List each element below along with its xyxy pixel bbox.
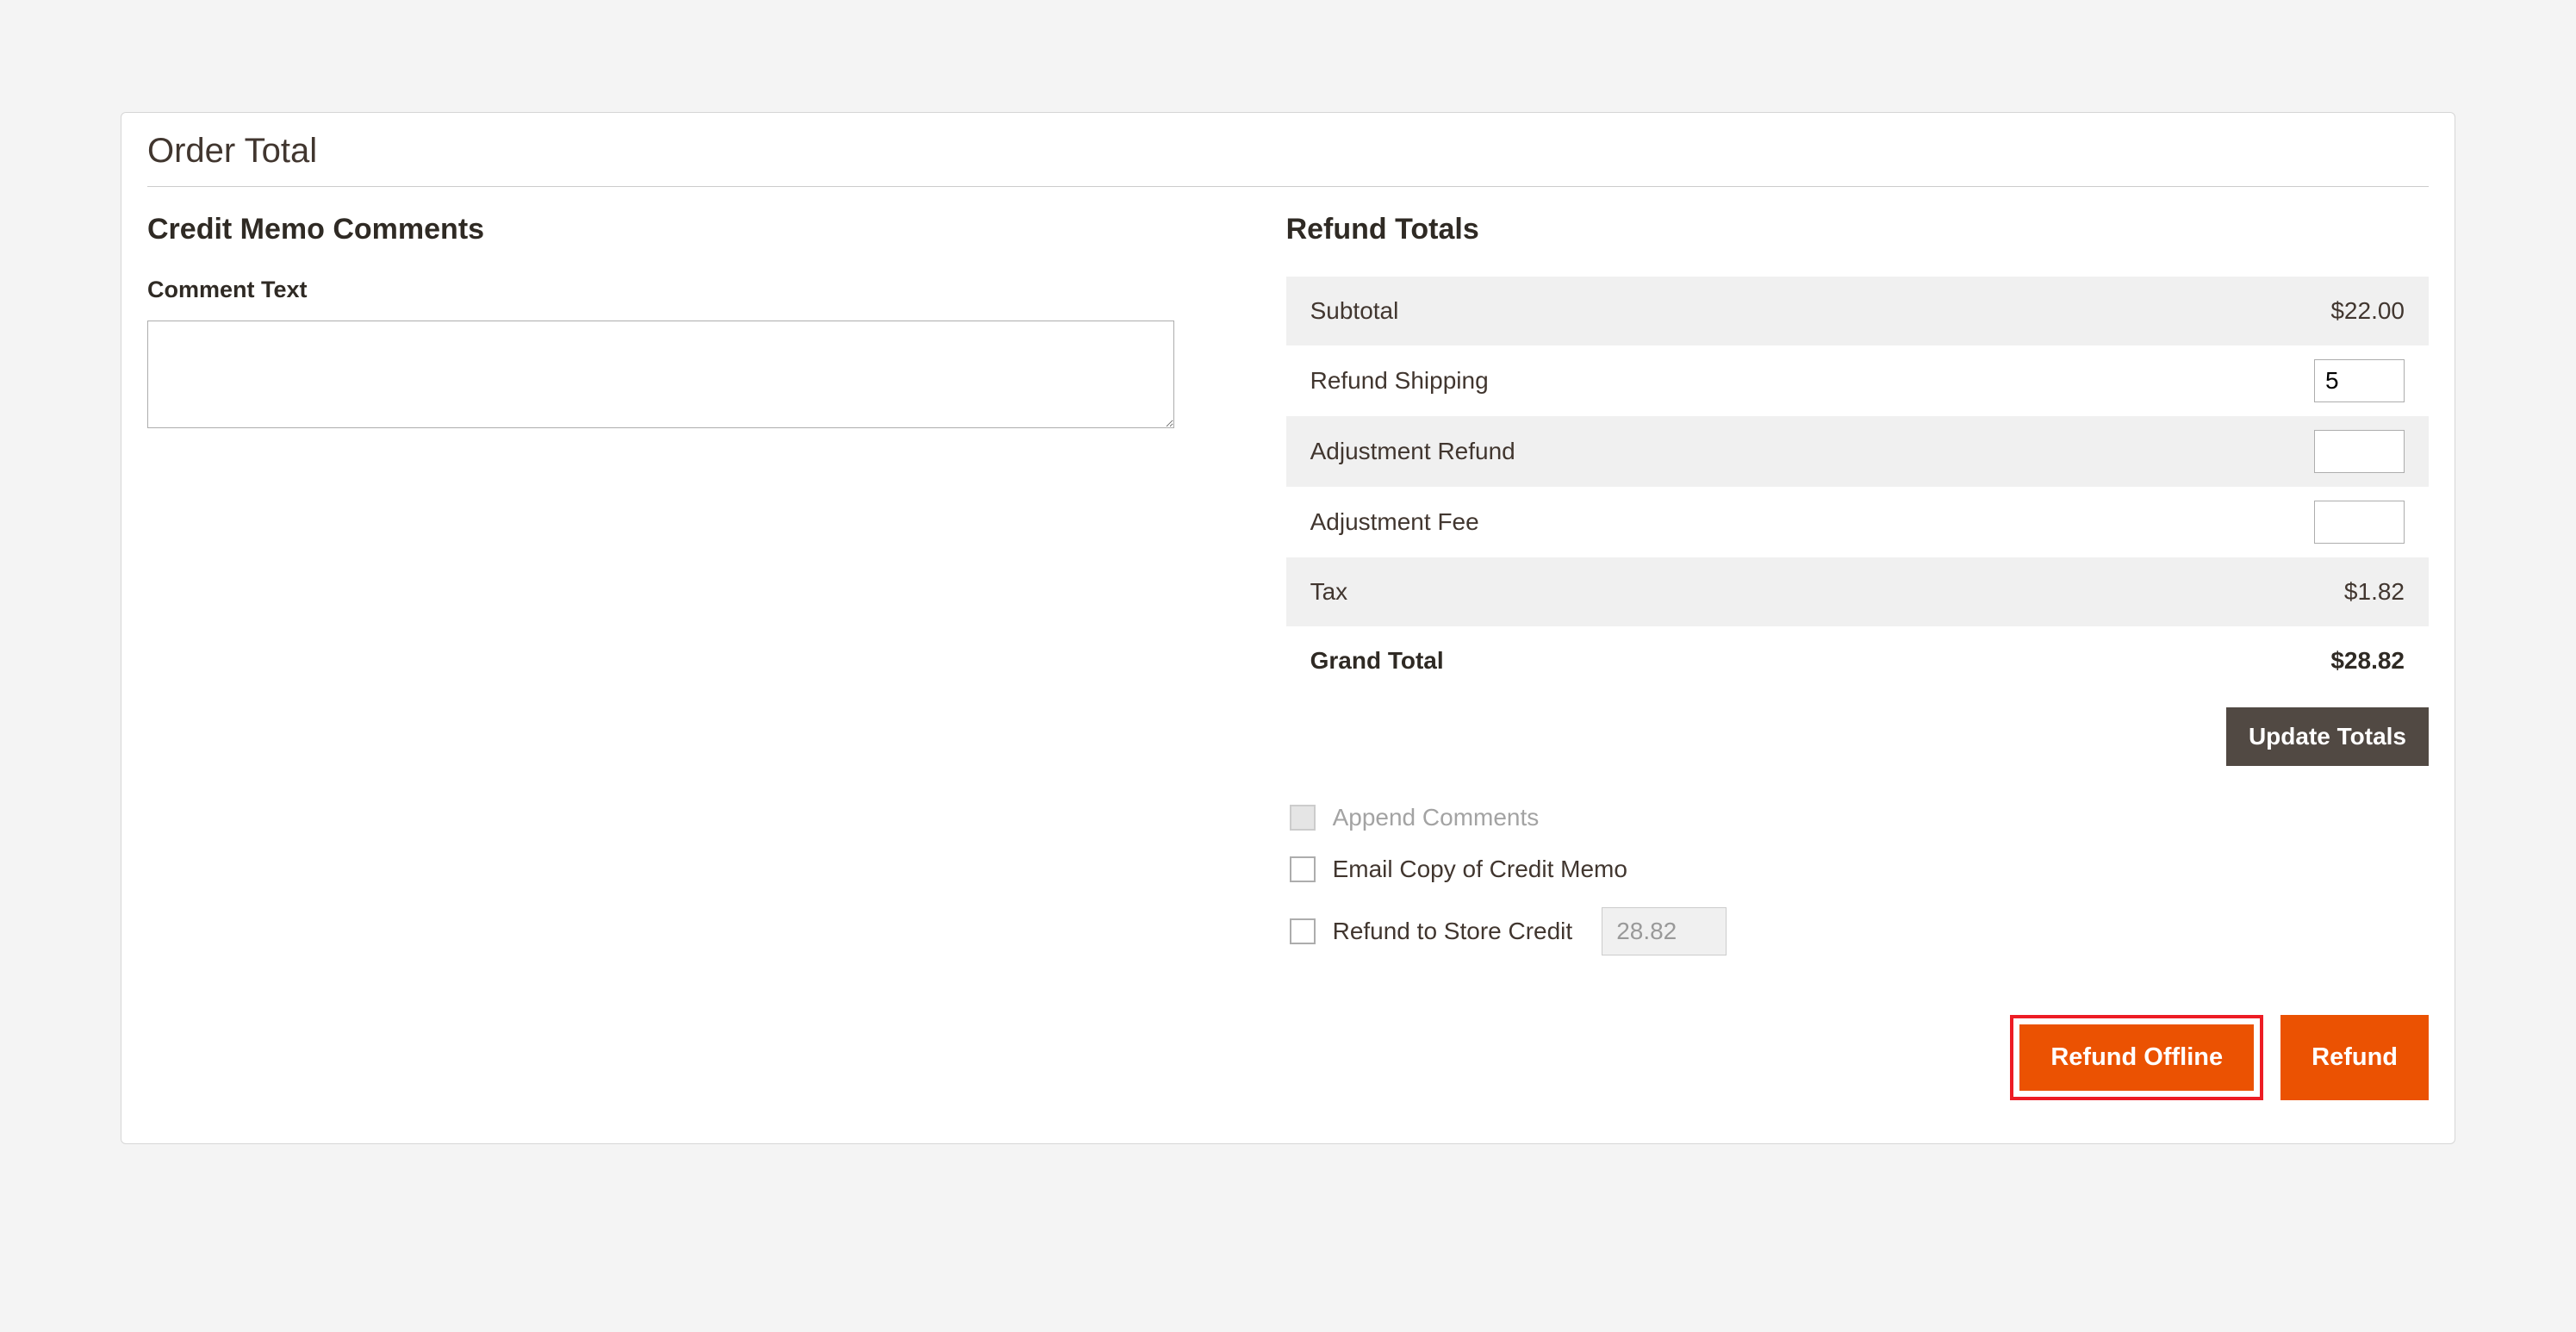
email-copy-checkbox[interactable] <box>1290 856 1316 882</box>
store-credit-amount-input <box>1602 907 1727 955</box>
adjustment-fee-input[interactable] <box>2314 501 2405 544</box>
order-total-panel: Order Total Credit Memo Comments Comment… <box>121 112 2455 1144</box>
grand-total-label: Grand Total <box>1310 647 1444 675</box>
tax-value: $1.82 <box>2344 578 2405 606</box>
panel-title: Order Total <box>147 132 2429 187</box>
refund-offline-highlight: Refund Offline <box>2010 1015 2263 1100</box>
columns-container: Credit Memo Comments Comment Text Refund… <box>147 213 2429 1100</box>
totals-table: Subtotal $22.00 Refund Shipping Adjustme… <box>1286 277 2429 695</box>
append-comments-label: Append Comments <box>1333 804 1540 831</box>
tax-label: Tax <box>1310 578 1348 606</box>
adjustment-refund-row: Adjustment Refund <box>1286 416 2429 487</box>
refund-offline-button[interactable]: Refund Offline <box>2019 1024 2254 1091</box>
adjustment-refund-input[interactable] <box>2314 430 2405 473</box>
tax-row: Tax $1.82 <box>1286 557 2429 626</box>
action-buttons-row: Refund Offline Refund <box>1286 1015 2429 1100</box>
refund-store-credit-row: Refund to Store Credit <box>1286 895 2429 968</box>
refund-shipping-label: Refund Shipping <box>1310 367 1489 395</box>
grand-total-row: Grand Total $28.82 <box>1286 626 2429 695</box>
email-copy-label: Email Copy of Credit Memo <box>1333 856 1627 883</box>
subtotal-label: Subtotal <box>1310 297 1399 325</box>
credit-memo-comments-section: Credit Memo Comments Comment Text <box>147 213 1174 1100</box>
grand-total-value: $28.82 <box>2330 647 2405 675</box>
comments-section-title: Credit Memo Comments <box>147 213 1174 246</box>
comment-text-label: Comment Text <box>147 277 1174 303</box>
refund-totals-section: Refund Totals Subtotal $22.00 Refund Shi… <box>1286 213 2429 1100</box>
refund-shipping-row: Refund Shipping <box>1286 345 2429 416</box>
append-comments-checkbox <box>1290 805 1316 831</box>
adjustment-fee-row: Adjustment Fee <box>1286 487 2429 557</box>
subtotal-value: $22.00 <box>2330 297 2405 325</box>
adjustment-refund-label: Adjustment Refund <box>1310 438 1515 465</box>
email-copy-row: Email Copy of Credit Memo <box>1286 843 2429 895</box>
adjustment-fee-label: Adjustment Fee <box>1310 508 1479 536</box>
comment-text-input[interactable] <box>147 321 1174 428</box>
refund-button[interactable]: Refund <box>2280 1015 2429 1100</box>
refund-store-credit-label: Refund to Store Credit <box>1333 918 1573 945</box>
subtotal-row: Subtotal $22.00 <box>1286 277 2429 345</box>
update-totals-button[interactable]: Update Totals <box>2226 707 2429 766</box>
refund-store-credit-checkbox[interactable] <box>1290 918 1316 944</box>
update-totals-row: Update Totals <box>1286 695 2429 792</box>
append-comments-row: Append Comments <box>1286 792 2429 843</box>
refund-shipping-input[interactable] <box>2314 359 2405 402</box>
refund-totals-title: Refund Totals <box>1286 213 2429 246</box>
